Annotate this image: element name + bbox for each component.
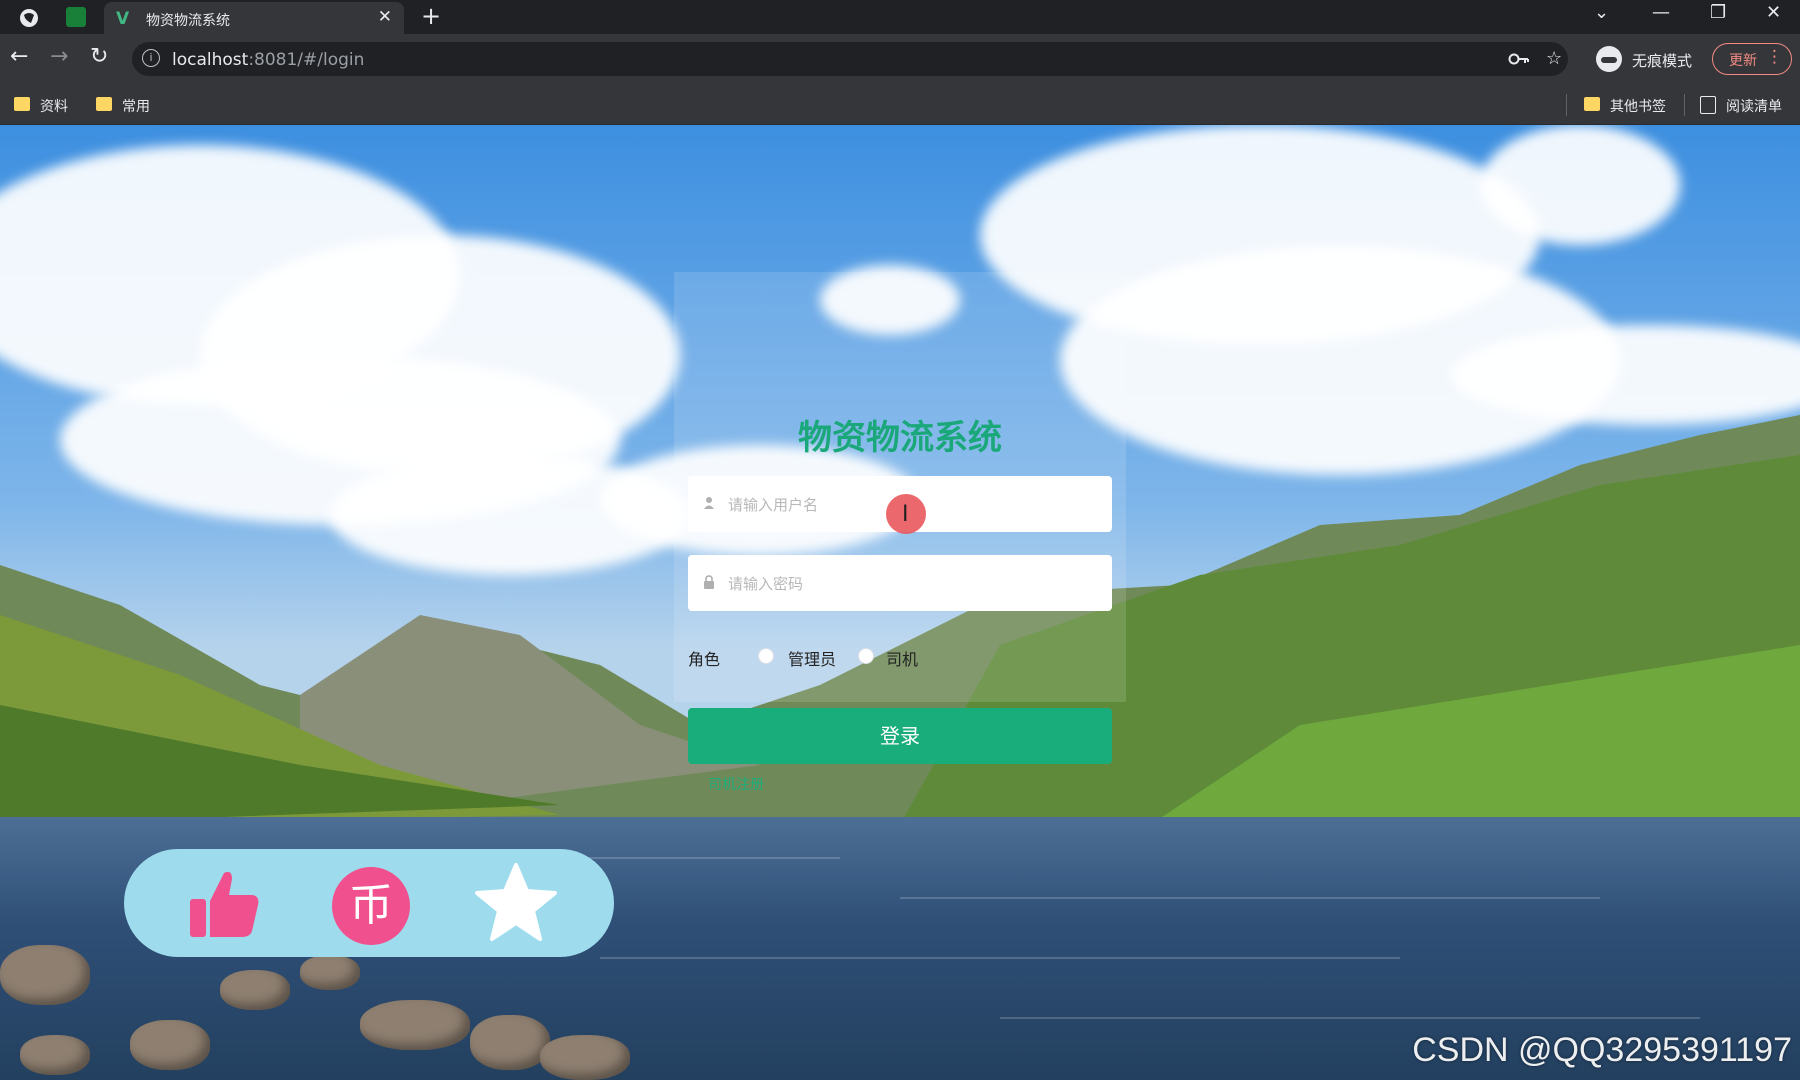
coin-char: 币: [349, 880, 393, 931]
rock: [220, 970, 290, 1010]
tab-search-icon[interactable]: [16, 5, 42, 31]
url-text: localhost:8081/#/login: [172, 50, 365, 70]
rock: [300, 955, 360, 990]
bookmark-star-icon[interactable]: ☆: [1546, 48, 1562, 69]
star-icon[interactable]: [474, 861, 558, 945]
role-option-driver[interactable]: 司机: [886, 646, 918, 670]
pinned-tab-icon[interactable]: [66, 7, 86, 27]
ripple: [900, 897, 1600, 899]
login-button[interactable]: 登录: [688, 708, 1112, 764]
vue-favicon-icon: V: [116, 9, 130, 29]
site-info-icon[interactable]: i: [142, 49, 160, 67]
forward-arrow-icon[interactable]: →: [50, 44, 68, 69]
incognito-label: 无痕模式: [1632, 52, 1693, 70]
cloud: [1480, 125, 1680, 245]
rock: [20, 1035, 90, 1075]
browser-tab-strip: V 物资物流系统 ✕ + ⌄ — ❐ ✕: [0, 0, 1800, 34]
password-input[interactable]: [726, 555, 1100, 613]
update-button[interactable]: 更新 ⋮: [1712, 43, 1792, 75]
like-coin-favorite-bar: 币: [124, 849, 614, 957]
new-tab-button[interactable]: +: [421, 2, 441, 30]
browser-toolbar: ← → ↻ i localhost:8081/#/login ☆ 无痕模式 更新…: [0, 34, 1800, 84]
tab-title: 物资物流系统: [146, 13, 230, 29]
tab-close-icon[interactable]: ✕: [378, 7, 392, 27]
key-icon[interactable]: [1508, 51, 1530, 67]
coin-icon[interactable]: 币: [328, 861, 412, 945]
bookmarks-divider: [1684, 94, 1685, 116]
role-radio-driver[interactable]: [858, 648, 874, 664]
text-cursor-icon: I: [902, 502, 909, 527]
reading-list-icon: [1700, 96, 1716, 114]
browser-tab-active[interactable]: V 物资物流系统 ✕: [104, 2, 404, 34]
folder-icon: [14, 97, 30, 111]
rock: [360, 1000, 470, 1050]
role-label: 角色: [688, 650, 721, 669]
driver-register-link[interactable]: 司机注册: [708, 774, 764, 794]
rock: [0, 945, 90, 1005]
rock: [130, 1020, 210, 1070]
role-option-admin[interactable]: 管理员: [788, 646, 836, 670]
folder-icon: [1584, 97, 1600, 111]
password-field[interactable]: [688, 555, 1112, 613]
minimize-icon[interactable]: —: [1652, 2, 1670, 23]
thumbs-up-icon[interactable]: [182, 861, 266, 945]
reload-icon[interactable]: ↻: [90, 44, 108, 69]
folder-icon: [96, 97, 112, 111]
bookmarks-divider: [1566, 94, 1567, 116]
address-bar[interactable]: i localhost:8081/#/login ☆: [132, 42, 1568, 76]
restore-icon[interactable]: ❐: [1710, 2, 1726, 23]
window-close-icon[interactable]: ✕: [1766, 2, 1781, 23]
menu-dots-icon[interactable]: ⋮: [1766, 47, 1783, 67]
ripple: [600, 957, 1400, 959]
ripple: [1000, 1017, 1700, 1019]
tab-list-chevron-icon[interactable]: ⌄: [1594, 2, 1609, 23]
bookmarks-bar: 资料 常用 其他书签 阅读清单: [0, 84, 1800, 125]
rock: [540, 1035, 630, 1080]
role-radio-admin[interactable]: [758, 648, 774, 664]
rock: [470, 1015, 550, 1070]
update-label: 更新: [1729, 53, 1757, 69]
watermark: CSDN @QQ3295391197: [1412, 1031, 1792, 1069]
user-icon: [704, 497, 714, 509]
login-title: 物资物流系统: [798, 418, 1002, 458]
incognito-icon: [1596, 46, 1622, 72]
lock-icon: [704, 575, 714, 589]
back-arrow-icon[interactable]: ←: [10, 44, 28, 69]
